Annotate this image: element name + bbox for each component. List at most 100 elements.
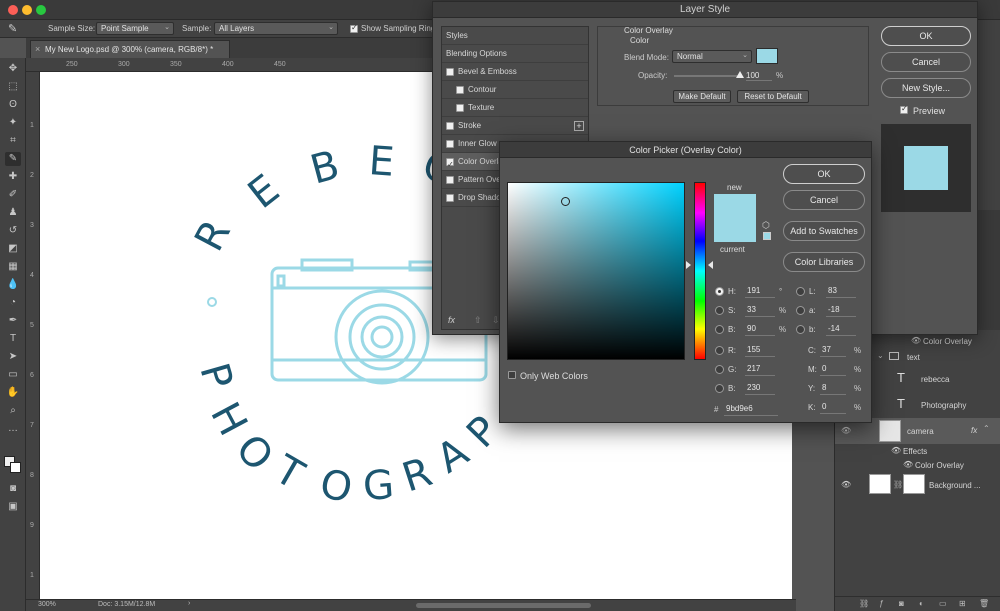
more-tools-icon[interactable]: …: [5, 422, 21, 436]
close-window-button[interactable]: [8, 5, 18, 15]
dodge-tool-icon[interactable]: ◔: [5, 296, 21, 310]
visibility-eye-icon[interactable]: 👁: [911, 336, 921, 345]
overlay-color-swatch[interactable]: [756, 48, 778, 64]
saturation-brightness-field[interactable]: [507, 182, 685, 360]
style-item-checkbox[interactable]: [446, 156, 454, 174]
effects-row[interactable]: 👁 Effects: [835, 444, 1000, 458]
channel-radio[interactable]: [796, 325, 805, 334]
channel-value-field[interactable]: 37: [820, 345, 846, 357]
web-safe-swatch[interactable]: [763, 232, 771, 240]
show-sampling-ring-checkbox[interactable]: [350, 23, 358, 33]
channel-radio[interactable]: [715, 306, 724, 315]
zoom-window-button[interactable]: [36, 5, 46, 15]
horizontal-scrollbar[interactable]: [416, 603, 591, 608]
channel-value-field[interactable]: 83: [826, 286, 856, 298]
make-default-button[interactable]: Make Default: [673, 90, 731, 103]
add-style-icon[interactable]: ƒ: [879, 599, 883, 608]
background-color-swatch[interactable]: [10, 462, 21, 473]
gamut-cube-icon[interactable]: ⬡: [762, 220, 770, 231]
pen-tool-icon[interactable]: ✒: [5, 314, 21, 328]
channel-value-field[interactable]: 217: [745, 364, 775, 376]
styles-header[interactable]: Styles: [442, 27, 588, 45]
move-up-icon[interactable]: ⇧: [474, 315, 482, 326]
close-tab-icon[interactable]: ×: [35, 44, 40, 54]
brush-tool-icon[interactable]: ✐: [5, 188, 21, 202]
status-menu-chevron-icon[interactable]: ›: [188, 600, 190, 607]
channel-radio[interactable]: [796, 306, 805, 315]
hex-field[interactable]: 9bd9e6: [724, 404, 778, 416]
type-tool-icon[interactable]: T: [5, 332, 21, 346]
zoom-level[interactable]: 300%: [38, 601, 56, 608]
channel-radio[interactable]: [715, 325, 724, 334]
new-group-icon[interactable]: ▭: [939, 599, 947, 608]
style-item-checkbox[interactable]: [446, 194, 454, 202]
channel-value-field[interactable]: 230: [745, 383, 775, 395]
channel-radio[interactable]: [715, 365, 724, 374]
opacity-slider-thumb[interactable]: [736, 71, 744, 78]
path-selection-tool-icon[interactable]: ➤: [5, 350, 21, 364]
add-stroke-icon[interactable]: +: [574, 121, 584, 131]
minimize-window-button[interactable]: [22, 5, 32, 15]
style-item-contour[interactable]: Contour: [442, 81, 588, 99]
opacity-value[interactable]: 100: [746, 71, 772, 81]
ok-button[interactable]: OK: [881, 26, 971, 46]
style-item-checkbox[interactable]: [456, 86, 464, 94]
channel-radio[interactable]: [715, 346, 724, 355]
color-libraries-button[interactable]: Color Libraries: [783, 252, 865, 272]
delete-layer-icon[interactable]: 🗑: [979, 599, 989, 608]
visibility-eye-icon[interactable]: 👁: [891, 446, 901, 455]
eyedropper-tool-icon[interactable]: ✎: [8, 22, 17, 35]
style-item-blending-options[interactable]: Blending Options: [442, 45, 588, 63]
blend-mode-select[interactable]: Normal ⌄: [672, 50, 752, 63]
opacity-slider[interactable]: [674, 71, 744, 78]
stamp-tool-icon[interactable]: ♟: [5, 206, 21, 220]
lasso-tool-icon[interactable]: ʘ: [5, 98, 21, 112]
document-tab[interactable]: × My New Logo.psd @ 300% (camera, RGB/8*…: [30, 40, 230, 58]
style-item-checkbox[interactable]: [446, 122, 454, 130]
add-to-swatches-button[interactable]: Add to Swatches: [783, 221, 865, 241]
layer-effect-row[interactable]: 👁 Color Overlay: [835, 458, 1000, 472]
visibility-eye-icon[interactable]: 👁: [841, 426, 851, 435]
history-brush-tool-icon[interactable]: ↺: [5, 224, 21, 238]
screen-mode-icon[interactable]: ▣: [5, 500, 21, 514]
hand-tool-icon[interactable]: ✋: [5, 386, 21, 400]
reset-default-button[interactable]: Reset to Default: [737, 90, 809, 103]
sample-select[interactable]: All Layers ⌄: [214, 22, 338, 35]
marquee-tool-icon[interactable]: ⬚: [5, 80, 21, 94]
hue-slider[interactable]: [694, 182, 706, 360]
crop-tool-icon[interactable]: ⌗: [5, 134, 21, 148]
new-style-button[interactable]: New Style...: [881, 78, 971, 98]
add-mask-icon[interactable]: ◙: [899, 599, 904, 608]
chevron-down-icon[interactable]: ⌄: [877, 351, 884, 360]
cancel-button[interactable]: Cancel: [783, 190, 865, 210]
style-item-checkbox[interactable]: [446, 68, 454, 76]
style-item-checkbox[interactable]: [446, 176, 454, 184]
style-item-stroke[interactable]: Stroke: [442, 117, 588, 135]
healing-tool-icon[interactable]: ✚: [5, 170, 21, 184]
channel-value-field[interactable]: 33: [745, 305, 775, 317]
visibility-eye-icon[interactable]: 👁: [841, 480, 851, 489]
fx-icon[interactable]: fx: [971, 426, 977, 435]
channel-value-field[interactable]: 0: [820, 364, 846, 376]
new-layer-icon[interactable]: ⊞: [959, 599, 966, 608]
channel-radio[interactable]: [715, 287, 724, 296]
visibility-eye-icon[interactable]: 👁: [903, 460, 913, 469]
move-tool-icon[interactable]: ✥: [5, 62, 21, 76]
hue-slider-left-arrow[interactable]: [686, 261, 691, 269]
link-layers-icon[interactable]: ⛓: [859, 599, 869, 608]
quick-mask-icon[interactable]: ◙: [5, 482, 21, 496]
ok-button[interactable]: OK: [783, 164, 865, 184]
fx-menu-icon[interactable]: fx: [448, 315, 455, 325]
style-item-bevel-emboss[interactable]: Bevel & Emboss: [442, 63, 588, 81]
color-picker-cursor[interactable]: [561, 197, 570, 206]
channel-radio[interactable]: [715, 384, 724, 393]
style-item-texture[interactable]: Texture: [442, 99, 588, 117]
chevron-up-icon[interactable]: ⌃: [983, 424, 990, 433]
cancel-button[interactable]: Cancel: [881, 52, 971, 72]
channel-value-field[interactable]: 155: [745, 345, 775, 357]
eyedropper-tool-icon[interactable]: ✎: [5, 152, 21, 166]
magic-wand-tool-icon[interactable]: ✦: [5, 116, 21, 130]
channel-value-field[interactable]: -14: [826, 324, 856, 336]
channel-value-field[interactable]: 90: [745, 324, 775, 336]
blur-tool-icon[interactable]: 💧: [5, 278, 21, 292]
